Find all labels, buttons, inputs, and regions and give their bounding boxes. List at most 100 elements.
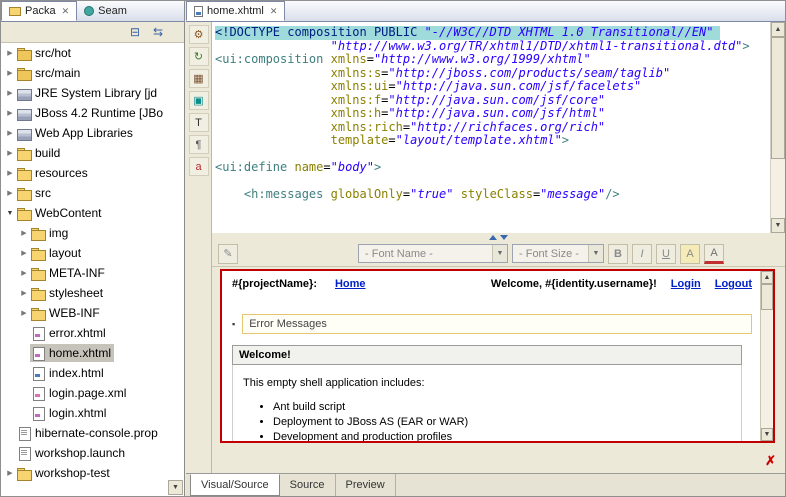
tree-item[interactable]: ▶workshop-test bbox=[1, 463, 184, 483]
tree-scroll-down-button[interactable]: ▼ bbox=[168, 480, 183, 495]
font-size-select[interactable]: - Font Size - ▼ bbox=[512, 244, 604, 263]
tree-item[interactable]: ▶img bbox=[1, 223, 184, 243]
collapsed-arrow-icon[interactable]: ▶ bbox=[4, 189, 16, 197]
vpe-text-formatting-icon[interactable]: T bbox=[189, 113, 209, 132]
vpe-show-selection-bar-icon[interactable]: ▣ bbox=[189, 91, 209, 110]
collapsed-arrow-icon[interactable]: ▶ bbox=[4, 469, 16, 477]
collapsed-arrow-icon[interactable]: ▶ bbox=[18, 269, 30, 277]
tree-item-label: error.xhtml bbox=[49, 326, 106, 340]
tree-item[interactable]: ▶ JBoss 4.2 Runtime [JBo bbox=[1, 103, 184, 123]
link-with-editor-icon[interactable]: ⇆ bbox=[150, 24, 166, 40]
collapsed-arrow-icon[interactable]: ▶ bbox=[4, 109, 16, 117]
tab-home-xhtml[interactable]: home.xhtml ✕ bbox=[186, 1, 285, 21]
highlight-color-icon[interactable]: A bbox=[680, 244, 700, 264]
folder-icon bbox=[17, 187, 31, 200]
vpe-page-design-options-icon[interactable]: ▦ bbox=[189, 69, 209, 88]
home-link[interactable]: Home bbox=[335, 278, 366, 290]
font-color-icon[interactable]: A bbox=[704, 244, 724, 264]
bold-button[interactable]: B bbox=[608, 244, 628, 264]
tree-item[interactable]: ▶src/main bbox=[1, 63, 184, 83]
tree-item[interactable]: login.xhtml bbox=[1, 403, 184, 423]
editor-panel: home.xhtml ✕ ⚙ ↻ ▦ ▣ T ¶ a <!DOCTYPE compositi… bbox=[186, 1, 785, 496]
tree-item[interactable]: error.xhtml bbox=[1, 323, 184, 343]
close-tab-icon[interactable]: ✕ bbox=[62, 6, 70, 17]
visual-document-frame[interactable]: #{projectName}: Home Welcome, #{identity… bbox=[220, 269, 775, 443]
tree-item[interactable]: ▶META-INF bbox=[1, 263, 184, 283]
collapsed-arrow-icon[interactable]: ▶ bbox=[4, 49, 16, 57]
tree-item[interactable]: ▶Web App Libraries bbox=[1, 123, 184, 143]
file-icon bbox=[17, 447, 31, 460]
splitter-down-icon[interactable] bbox=[500, 235, 508, 240]
vpe-refresh-icon[interactable]: ↻ bbox=[189, 47, 209, 66]
tab-source[interactable]: Source bbox=[280, 474, 336, 496]
tree-item[interactable]: ▶src bbox=[1, 183, 184, 203]
tree-item-label: stylesheet bbox=[49, 286, 103, 300]
scroll-up-icon[interactable]: ▲ bbox=[771, 22, 785, 37]
close-tab-icon[interactable]: ✕ bbox=[270, 6, 278, 17]
font-name-select[interactable]: - Font Name - ▼ bbox=[358, 244, 508, 263]
visual-scrollbar[interactable]: ▲ ▼ bbox=[760, 271, 773, 441]
tree-item-body: Web App Libraries bbox=[16, 124, 136, 142]
collapsed-arrow-icon[interactable]: ▶ bbox=[4, 89, 16, 97]
underline-button[interactable]: U bbox=[656, 244, 676, 264]
logout-link[interactable]: Logout bbox=[715, 278, 752, 290]
welcome-intro: This empty shell application includes: bbox=[243, 377, 731, 389]
tab-visual-source[interactable]: Visual/Source bbox=[190, 474, 280, 496]
tree-item[interactable]: index.html bbox=[1, 363, 184, 383]
collapsed-arrow-icon[interactable]: ▶ bbox=[18, 289, 30, 297]
collapsed-arrow-icon[interactable]: ▶ bbox=[4, 129, 16, 137]
vpe-externalize-strings-icon[interactable]: a bbox=[189, 157, 209, 176]
scroll-down-icon[interactable]: ▼ bbox=[771, 218, 785, 233]
source-code-editor[interactable]: <!DOCTYPE composition PUBLIC "-//W3C//DT… bbox=[212, 22, 770, 233]
vpe-show-non-visual-tags-icon[interactable]: ¶ bbox=[189, 135, 209, 154]
collapsed-arrow-icon[interactable]: ▶ bbox=[18, 249, 30, 257]
tree-item-label: JRE System Library [jd bbox=[35, 86, 157, 100]
tree-item[interactable]: ▶WEB-INF bbox=[1, 303, 184, 323]
collapsed-arrow-icon[interactable]: ▶ bbox=[18, 229, 30, 237]
scroll-down-icon[interactable]: ▼ bbox=[761, 428, 773, 441]
library-icon bbox=[17, 107, 31, 120]
italic-button[interactable]: I bbox=[632, 244, 652, 264]
collapsed-arrow-icon[interactable]: ▶ bbox=[18, 309, 30, 317]
tree-item[interactable]: ▶ JRE System Library [jd bbox=[1, 83, 184, 103]
tree-item[interactable]: ▶resources bbox=[1, 163, 184, 183]
login-link[interactable]: Login bbox=[671, 278, 701, 290]
tree-item[interactable]: ▶ src/hot bbox=[1, 43, 184, 63]
tree-item[interactable]: home.xhtml bbox=[1, 343, 184, 363]
tree-item[interactable]: hibernate-console.prop bbox=[1, 423, 184, 443]
chevron-down-icon[interactable]: ▼ bbox=[492, 245, 507, 262]
vpe-preferences-icon[interactable]: ⚙ bbox=[189, 25, 209, 44]
collapse-all-icon[interactable]: ⊟ bbox=[127, 24, 143, 40]
visual-document: #{projectName}: Home Welcome, #{identity… bbox=[222, 271, 760, 441]
collapsed-arrow-icon[interactable]: ▶ bbox=[4, 69, 16, 77]
tree-item[interactable]: ▶layout bbox=[1, 243, 184, 263]
tree-item-label: src/hot bbox=[35, 46, 71, 60]
editor-splitter[interactable] bbox=[212, 233, 785, 241]
tab-package-explorer[interactable]: Packa ✕ bbox=[1, 1, 77, 21]
scroll-up-icon[interactable]: ▲ bbox=[761, 271, 773, 284]
collapsed-arrow-icon[interactable]: ▶ bbox=[4, 169, 16, 177]
tree-item[interactable]: workshop.launch bbox=[1, 443, 184, 463]
tab-seam[interactable]: Seam bbox=[77, 1, 134, 21]
tree-item[interactable]: login.page.xml bbox=[1, 383, 184, 403]
scrollbar-thumb[interactable] bbox=[771, 37, 785, 159]
source-scrollbar[interactable]: ▲ ▼ bbox=[770, 22, 785, 233]
tab-preview[interactable]: Preview bbox=[336, 474, 396, 496]
editor-mode-tabs: Visual/SourceSourcePreview bbox=[186, 473, 785, 496]
error-indicator-icon[interactable]: ✗ bbox=[765, 453, 776, 469]
tree-item[interactable]: ▼WebContent bbox=[1, 203, 184, 223]
collapsed-arrow-icon[interactable]: ▶ bbox=[4, 149, 16, 157]
project-tree[interactable]: ▶src/hot▶src/main▶JRE System Library [jd… bbox=[1, 43, 184, 496]
scrollbar-thumb[interactable] bbox=[761, 284, 773, 310]
tree-item[interactable]: ▶ stylesheet bbox=[1, 283, 184, 303]
tree-item[interactable]: ▶build bbox=[1, 143, 184, 163]
tree-item-label: JBoss 4.2 Runtime [JBo bbox=[35, 106, 163, 120]
splitter-up-icon[interactable] bbox=[489, 235, 497, 240]
folder-icon bbox=[31, 227, 45, 240]
tree-item-body: workshop-test bbox=[16, 464, 113, 482]
library-icon bbox=[17, 127, 31, 140]
format-painter-icon[interactable]: ✎ bbox=[218, 244, 238, 264]
chevron-down-icon[interactable]: ▼ bbox=[588, 245, 603, 262]
expanded-arrow-icon[interactable]: ▼ bbox=[4, 210, 16, 217]
tree-item-label: hibernate-console.prop bbox=[35, 426, 158, 440]
